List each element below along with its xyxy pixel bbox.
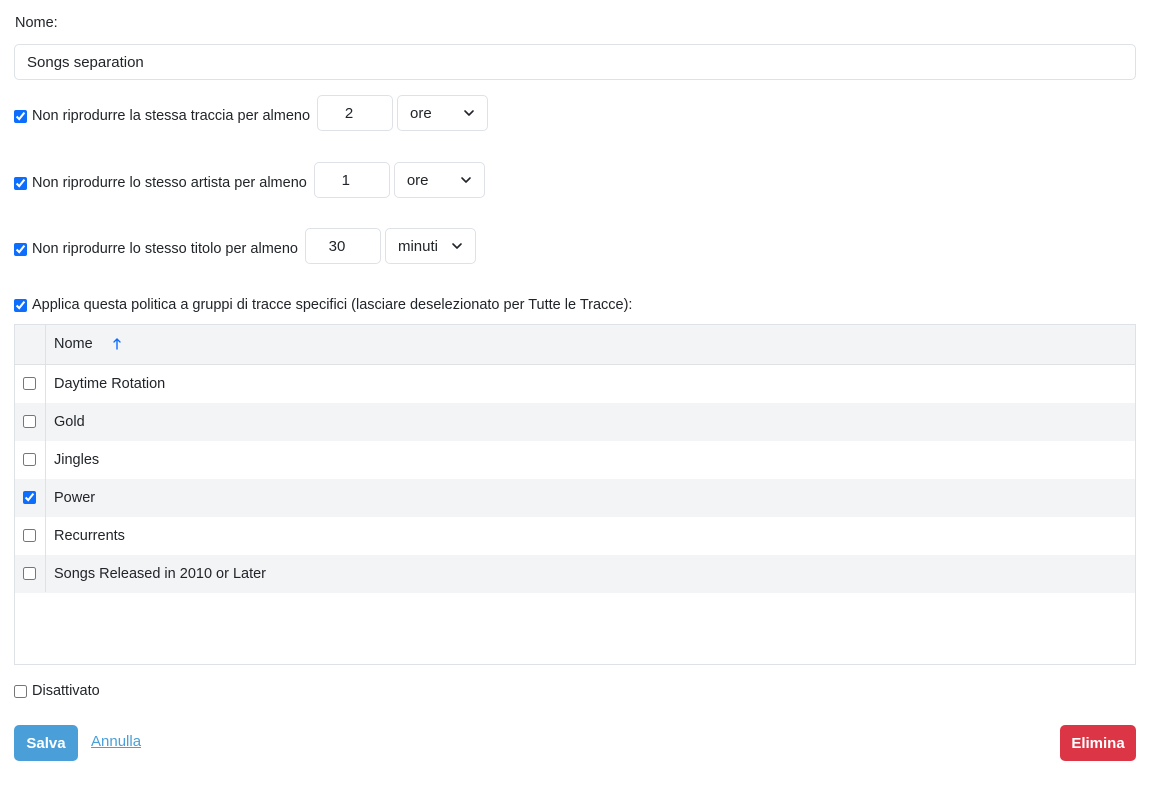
rule-same-track-label[interactable]: Non riprodurre la stessa traccia per alm… <box>14 108 310 124</box>
table-row[interactable]: Daytime Rotation <box>15 365 1135 403</box>
rule-same-artist-unit-select[interactable]: ore <box>393 162 485 198</box>
apply-groups-text: Applica questa politica a gruppi di trac… <box>32 297 633 313</box>
table-row[interactable]: Power <box>15 479 1135 517</box>
table-row[interactable]: Songs Released in 2010 or Later <box>15 555 1135 593</box>
row-label: Gold <box>54 414 85 430</box>
rule-same-artist-text: Non riprodurre lo stesso artista per alm… <box>32 175 307 191</box>
delete-button[interactable]: Elimina <box>1060 725 1136 761</box>
row-checkbox[interactable] <box>23 453 36 466</box>
rule-same-title-label[interactable]: Non riprodurre lo stesso titolo per alme… <box>14 241 298 257</box>
row-label: Recurrents <box>54 528 125 544</box>
apply-groups-label[interactable]: Applica questa politica a gruppi di trac… <box>14 297 632 313</box>
name-label: Nome: <box>15 15 58 31</box>
column-header-name[interactable]: Nome <box>54 336 93 352</box>
row-label: Power <box>54 490 96 506</box>
name-input[interactable] <box>14 44 1136 80</box>
rule-same-track: Non riprodurre la stessa traccia per alm… <box>14 95 489 131</box>
rule-same-artist-label[interactable]: Non riprodurre lo stesso artista per alm… <box>14 175 307 191</box>
disabled-text: Disattivato <box>32 683 100 699</box>
row-checkbox[interactable] <box>23 415 36 428</box>
chevron-down-icon <box>464 110 474 116</box>
rule-same-track-text: Non riprodurre la stessa traccia per alm… <box>32 108 311 124</box>
column-divider <box>45 325 46 592</box>
row-checkbox[interactable] <box>23 529 36 542</box>
rule-same-title-value[interactable] <box>304 228 381 264</box>
rule-same-track-value[interactable] <box>317 95 394 131</box>
table-row[interactable]: Recurrents <box>15 517 1135 555</box>
row-label: Daytime Rotation <box>54 376 166 392</box>
rule-same-artist-checkbox[interactable] <box>14 176 27 190</box>
rule-same-title-checkbox[interactable] <box>14 242 27 256</box>
rule-same-artist-value[interactable] <box>313 162 390 198</box>
save-button[interactable]: Salva <box>14 725 78 761</box>
rule-same-title: Non riprodurre lo stesso titolo per alme… <box>14 228 476 264</box>
row-checkbox[interactable] <box>23 567 36 580</box>
cancel-link[interactable]: Annulla <box>91 733 141 750</box>
row-label: Jingles <box>54 452 100 468</box>
track-groups-grid: Nome Daytime Rotation Gold Jingles Power… <box>14 324 1136 665</box>
arrow-up-icon[interactable] <box>112 337 122 351</box>
apply-groups-checkbox[interactable] <box>14 298 27 312</box>
row-label: Songs Released in 2010 or Later <box>54 566 267 582</box>
rule-same-track-unit: ore <box>410 104 432 122</box>
rule-same-artist-unit: ore <box>406 171 429 189</box>
rule-same-track-checkbox[interactable] <box>14 109 27 123</box>
table-row[interactable]: Jingles <box>15 441 1135 479</box>
row-checkbox[interactable] <box>23 491 36 504</box>
chevron-down-icon <box>452 243 462 249</box>
chevron-down-icon <box>461 177 471 183</box>
disabled-label[interactable]: Disattivato <box>14 683 100 699</box>
grid-header: Nome <box>15 325 1135 365</box>
table-row[interactable]: Gold <box>15 403 1135 441</box>
disabled-checkbox[interactable] <box>14 684 27 698</box>
policy-form: Nome: Non riprodurre la stessa traccia p… <box>0 0 1150 800</box>
rule-same-title-unit: minuti <box>397 237 438 255</box>
row-checkbox[interactable] <box>23 377 36 390</box>
rule-same-title-unit-select[interactable]: minuti <box>384 228 476 264</box>
rule-same-track-unit-select[interactable]: ore <box>397 95 489 131</box>
rule-same-artist: Non riprodurre lo stesso artista per alm… <box>14 162 485 198</box>
rule-same-title-text: Non riprodurre lo stesso titolo per alme… <box>32 241 298 257</box>
